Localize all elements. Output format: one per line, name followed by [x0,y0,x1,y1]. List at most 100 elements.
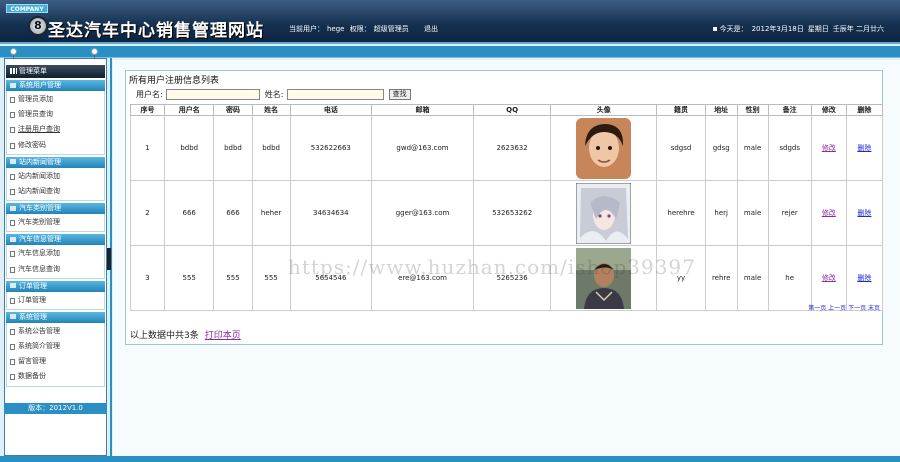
sidebar-item-change-password[interactable]: 修改密码 [7,138,104,153]
sidebar-item-label: 管理员添加 [18,95,53,103]
cell-email: gwd@163.com [371,115,474,181]
document-icon [10,266,15,273]
sidebar-item-announcements[interactable]: 系统公告管理 [7,324,104,339]
role-value: 超级管理员 [373,25,409,33]
column-header: 姓名 [251,104,291,116]
column-header: 密码 [213,104,253,116]
sidebar-item-news-query[interactable]: 站内新闻查询 [7,184,104,199]
sidebar-menu-title: 管理菜单 [19,67,47,75]
sidebar-item-label: 站内新闻添加 [18,171,60,180]
cell-phone: 34634634 [289,180,373,246]
table-row: 1 bdbd bdbd bdbd 532622663 gwd@163.com 2… [130,115,884,181]
cell-delete: 删除 [845,245,884,311]
sidebar-collapse-handle[interactable] [107,248,111,270]
cell-password: bdbd [213,115,253,181]
sidebar-item-messages[interactable]: 留言管理 [7,354,104,369]
cell-password: 666 [213,180,253,246]
column-header: 修改 [810,104,847,116]
sidebar-group-car-category[interactable]: 汽车类别管理 [6,203,105,215]
sidebar-item-label: 留言管理 [18,357,46,366]
group-title-label: 系统管理 [19,312,47,321]
sidebar-group-system[interactable]: 系统管理 [6,311,105,323]
sidebar-group-body: 站内新闻添加 站内新闻查询 [6,167,105,202]
sidebar-item-orders[interactable]: 订单管理 [7,293,104,308]
sidebar-item-intro[interactable]: 系统简介管理 [7,339,104,354]
cell-edit: 修改 [810,180,847,246]
search-button[interactable]: 查找 [388,89,411,100]
sidebar-menu-header: 管理菜单 [6,65,105,78]
cell-native: sdgsd [656,115,706,181]
cell-qq: 5265236 [472,245,552,311]
sidebar-item-car-category[interactable]: 汽车类别管理 [7,215,104,230]
table-row: 2 666 666 heher 34634634 gger@163.com 53… [130,180,884,246]
username-search-label: 用户名: [136,90,163,99]
group-title-label: 系统用户管理 [19,81,61,89]
edit-link[interactable]: 修改 [822,209,836,217]
group-title-label: 汽车信息管理 [19,235,61,244]
cell-email: gger@163.com [371,180,474,246]
today-label: 今天是： [719,25,748,33]
cell-avatar [550,245,658,311]
cell-remark: he [767,245,812,311]
search-bar: 用户名: 姓名: 查找 [136,89,411,101]
sidebar-group-news[interactable]: 站内新闻管理 [6,156,105,168]
column-header: 头像 [550,104,658,116]
cell-delete: 删除 [845,115,884,181]
table-header-row: 序号 用户名 密码 姓名 电话 邮箱 QQ 头像 籍贯 地址 性别 备注 修改 … [130,104,884,116]
sidebar-group-orders[interactable]: 订单管理 [6,280,105,292]
sidebar-item-label: 管理员查询 [18,110,53,119]
sidebar-group-car-info[interactable]: 汽车信息管理 [6,234,105,246]
header-divider-strip [0,46,900,58]
cell-address: rehre [704,245,738,311]
delete-link[interactable]: 删除 [857,274,871,282]
name-search-input[interactable] [287,89,385,100]
cell-edit: 修改 [810,115,847,181]
sidebar-item-label: 汽车信息添加 [18,249,60,258]
delete-link[interactable]: 删除 [857,144,871,152]
avatar [576,247,632,309]
sidebar-item-admin-query[interactable]: 管理员查询 [7,107,104,122]
sidebar-item-car-query[interactable]: 汽车信息查询 [7,262,104,277]
sidebar-group-system-users[interactable]: 系统用户管理 [6,80,105,91]
edit-link[interactable]: 修改 [822,144,836,152]
username-search-input[interactable] [166,89,261,100]
print-page-link[interactable]: 打印本页 [205,331,241,341]
sidebar-item-label: 注册用户查询 [18,125,60,134]
cell-address: herj [704,180,738,246]
table-row: 3 555 555 555 5654546 ere@163.com 526523… [130,245,884,311]
sidebar-item-registered-users[interactable]: 注册用户查询 [7,122,104,137]
brand-logo-icon: 8 [28,16,48,36]
cell-username: bdbd [163,115,215,181]
document-icon [10,297,15,304]
sidebar-item-car-add[interactable]: 汽车信息添加 [7,246,104,261]
column-header: 删除 [845,104,884,116]
cell-no: 2 [130,180,165,246]
delete-link[interactable]: 删除 [857,209,871,217]
edit-link[interactable]: 修改 [822,274,836,282]
cell-remark: sdgds [767,115,812,181]
sidebar-group-body: 汽车信息添加 汽车信息查询 [6,245,105,279]
folder-icon [10,82,16,88]
sidebar-item-admin-add[interactable]: 管理员添加 [7,92,104,107]
sidebar-item-backup[interactable]: 数据备份 [7,369,104,384]
cell-native: yy [656,245,706,311]
folder-icon [10,205,16,211]
sidebar-item-news-add[interactable]: 站内新闻添加 [7,169,104,184]
app-header: COMPANY 8 圣达汽车中心销售管理网站 当前用户： hege 权限： 超级管理… [0,0,900,44]
menu-grid-icon [10,68,17,74]
cell-sex: male [736,245,769,311]
column-header: QQ [472,104,552,116]
cell-address: gdsg [704,115,738,181]
logout-link[interactable]: 退出 [424,25,438,33]
group-title-label: 订单管理 [19,281,47,290]
current-user-label: 当前用户： [289,25,324,33]
document-icon [10,173,15,180]
sidebar-group-body: 管理员添加 管理员查询 注册用户查询 修改密码 [6,91,105,155]
pager-links[interactable]: 第一页 上一页 下一页 末页 [808,303,880,312]
cell-edit: 修改 [810,245,847,311]
sidebar-item-label: 站内新闻查询 [18,186,60,195]
column-header: 用户名 [163,104,215,116]
cell-phone: 532622663 [289,115,373,181]
cell-name: heher [251,180,291,246]
cell-avatar [550,115,658,181]
